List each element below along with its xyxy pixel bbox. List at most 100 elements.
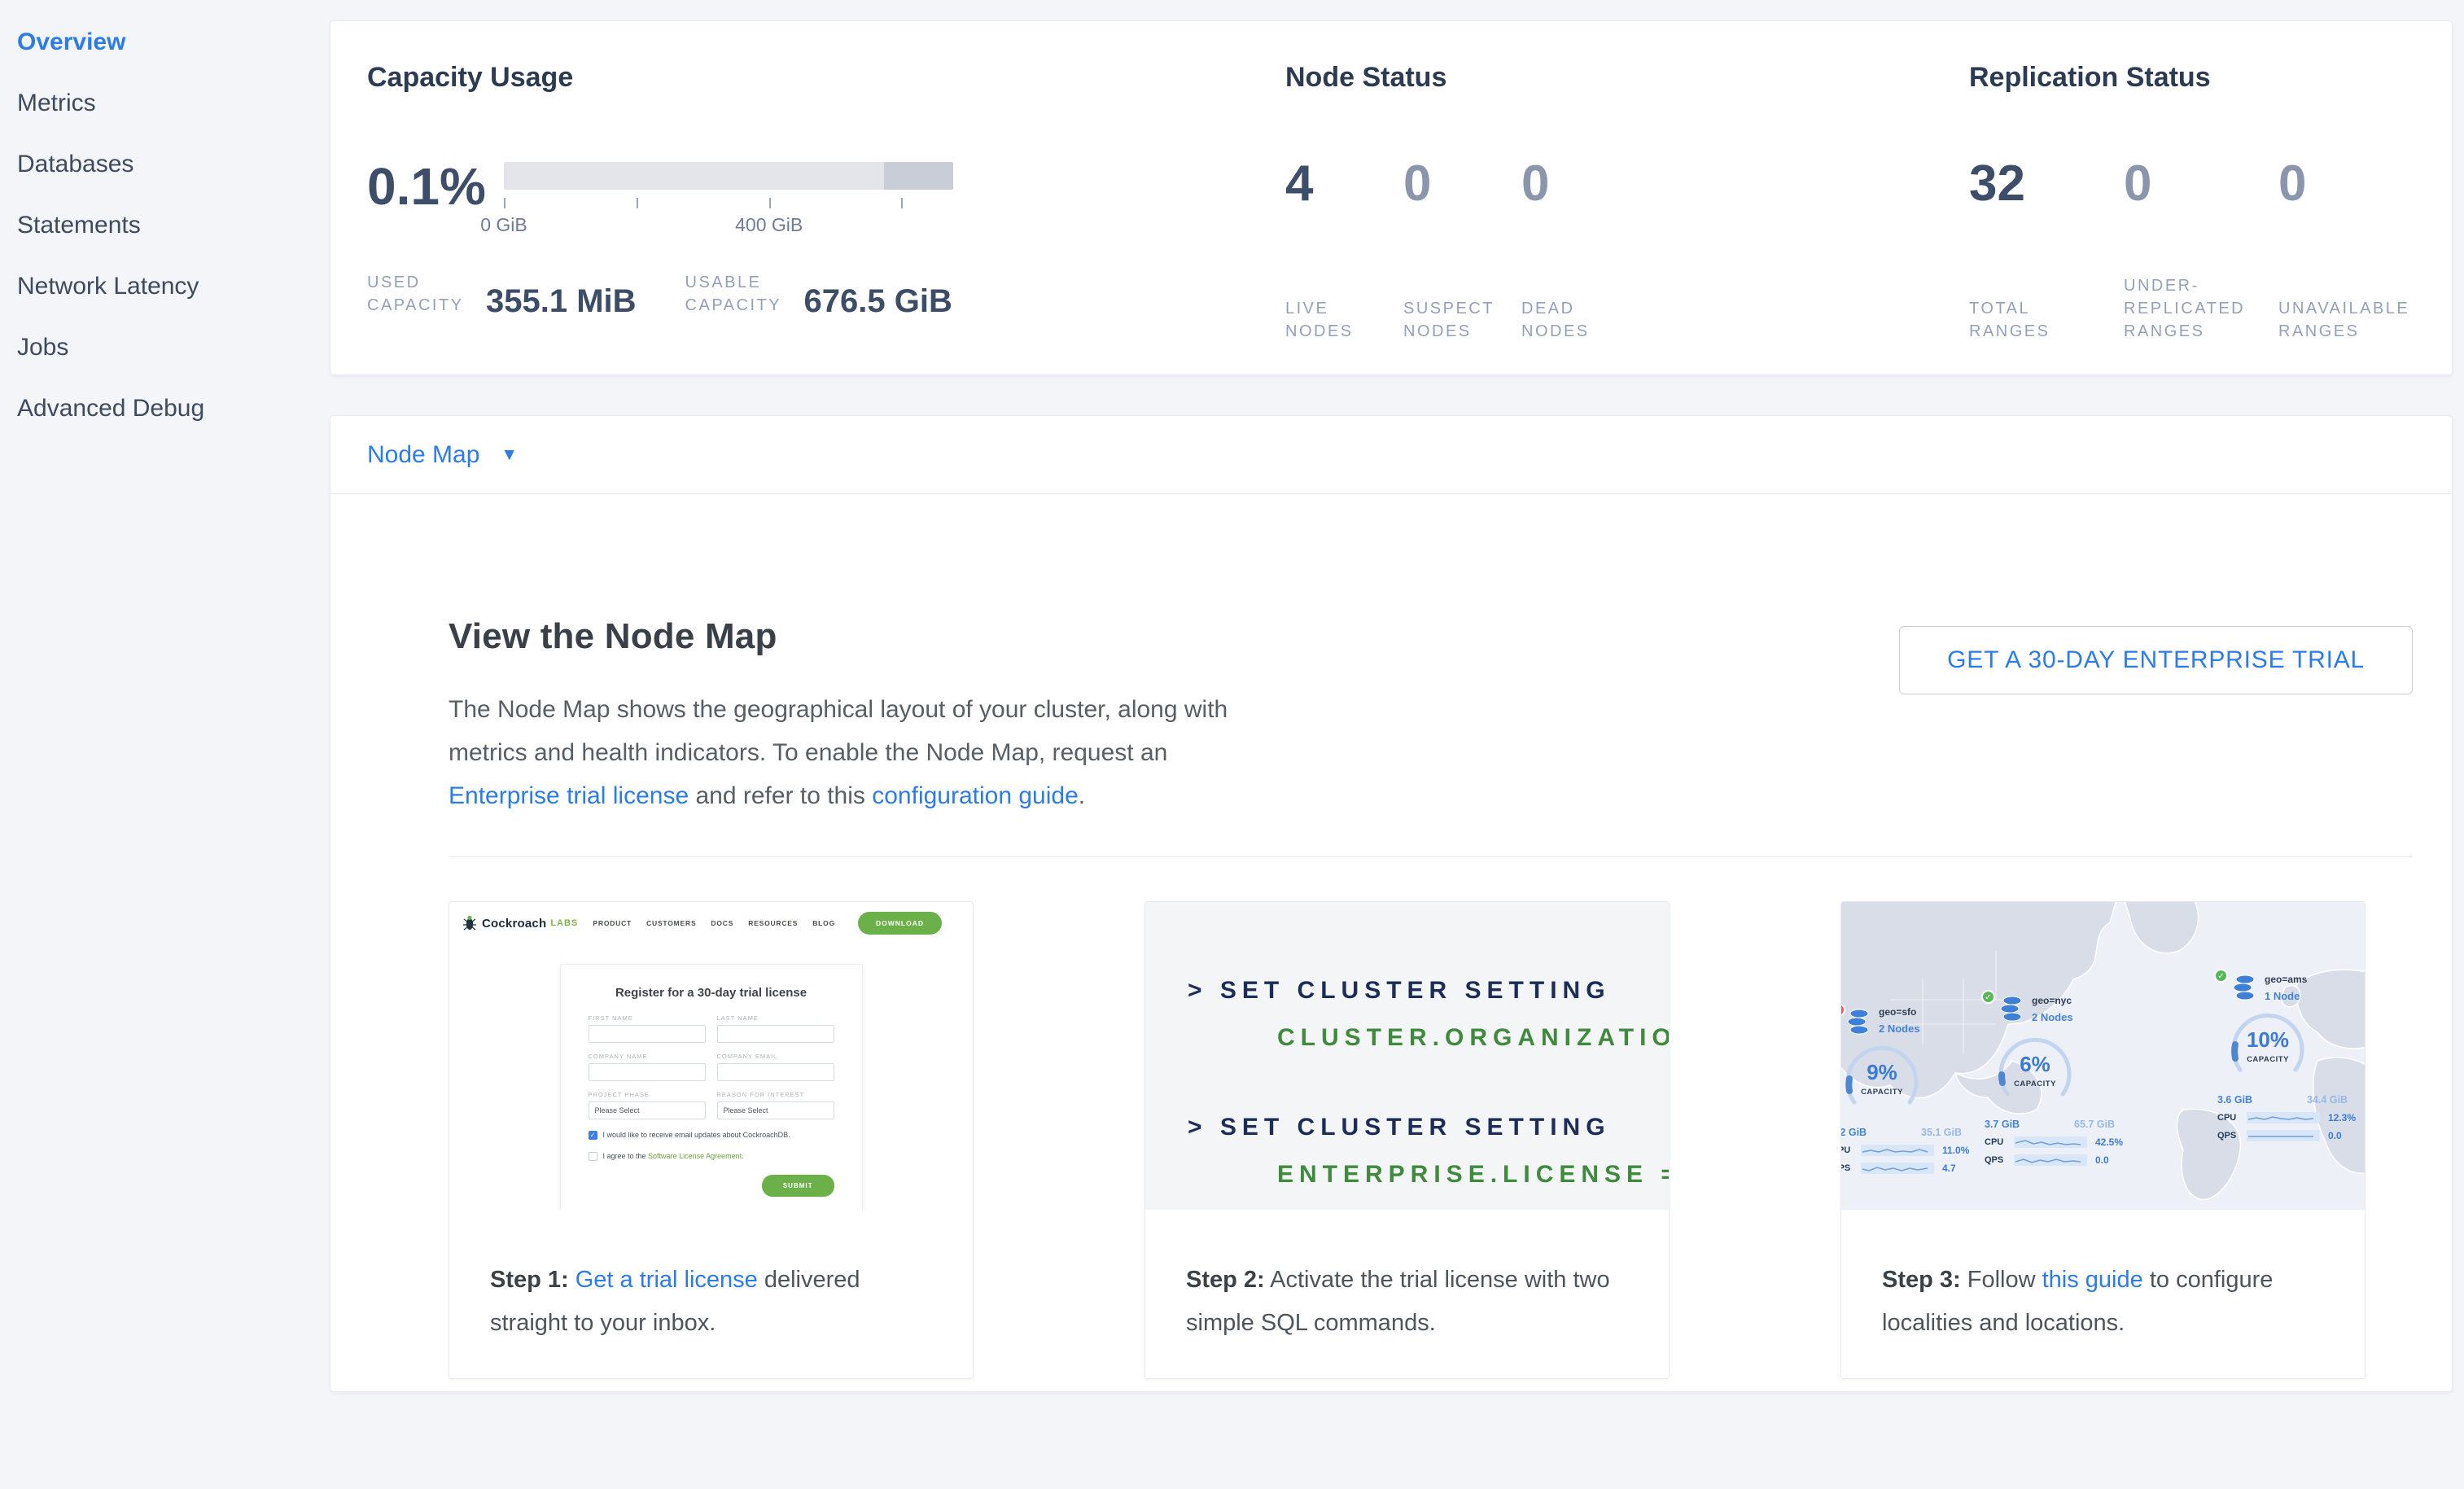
mini-nav-customers: CUSTOMERS: [646, 919, 696, 927]
capacity-percent-value: 0.1%: [367, 160, 504, 212]
node-map-description: The Node Map shows the geographical layo…: [449, 688, 1234, 817]
under-replicated-ranges-value: 0: [2124, 157, 2278, 211]
chevron-down-icon: ▼: [501, 445, 518, 465]
sidebar-item-network-latency[interactable]: Network Latency: [17, 256, 323, 317]
sfo-qps-value: 4.7: [1942, 1163, 1956, 1174]
capacity-tick-label-400: 400 GiB: [735, 214, 803, 236]
mini-download-button: DOWNLOAD: [858, 912, 942, 935]
step2-caption: Step 2: Activate the trial license with …: [1145, 1210, 1669, 1345]
ams-used: 3.6 GiB: [2217, 1094, 2252, 1106]
steps-row: Cockroach LABS PRODUCT CUSTOMERS DOCS RE…: [449, 901, 2413, 1379]
cockroach-labs-logo-icon: [462, 915, 477, 931]
mini-submit-button: SUBMIT: [762, 1175, 834, 1197]
sfo-capacity-pct: 9%: [1841, 1060, 1923, 1085]
capacity-tick-600: [901, 198, 903, 208]
sidebar-item-jobs[interactable]: Jobs: [17, 317, 323, 378]
trial-license-form: Register for a 30-day trial license FIRS…: [560, 964, 863, 1210]
ams-qps-sparkline: [2247, 1130, 2320, 1141]
step3-node-map-preview: geo=sfo 2 Nodes 9% CAPACITY 3.2 GiB: [1841, 902, 2365, 1210]
last-name-label: LAST NAME: [717, 1014, 834, 1022]
description-text: .: [1079, 782, 1085, 809]
mini-form-title: Register for a 30-day trial license: [589, 986, 834, 1000]
nyc-qps-label: QPS: [1985, 1155, 2014, 1165]
sfo-cpu-label: CPU: [1841, 1145, 1861, 1155]
dead-nodes-label: DEAD NODES: [1521, 297, 1603, 343]
replication-status-section: Replication Status 32 0 0 TOTAL RANGES U…: [1969, 62, 2433, 343]
under-replicated-ranges-label: UNDER-REPLICATED RANGES: [2124, 274, 2262, 343]
get-trial-license-link[interactable]: Get a trial license: [576, 1267, 758, 1293]
sfo-cpu-sparkline: [1861, 1145, 1934, 1156]
description-text: The Node Map shows the geographical layo…: [449, 696, 1228, 766]
used-capacity-value: 355.1 MiB: [486, 286, 637, 317]
step3-caption: Step 3: Follow this guide to configure l…: [1841, 1210, 2365, 1345]
company-name-label: COMPANY NAME: [589, 1053, 706, 1060]
node-status-title: Node Status: [1285, 62, 1639, 94]
ams-capacity-pct: 10%: [2227, 1027, 2309, 1053]
node-status-section: Node Status 4 0 0 LIVE NODES SUSPECT NOD…: [1285, 62, 1639, 343]
sfo-name: geo=sfo: [1879, 1006, 1916, 1018]
ams-cpu-sparkline: [2247, 1112, 2320, 1123]
node-map-content: View the Node Map The Node Map shows the…: [330, 494, 2452, 1391]
nyc-cpu-label: CPU: [1985, 1137, 2014, 1147]
nyc-capacity-pct: 6%: [1994, 1052, 2076, 1077]
agreement-pre-text: I agree to the: [603, 1152, 649, 1160]
first-name-field: [589, 1025, 706, 1043]
sidebar-item-overview[interactable]: Overview: [17, 11, 323, 72]
sidebar: Overview Metrics Databases Statements Ne…: [0, 0, 323, 1489]
ams-name: geo=ams: [2265, 974, 2307, 985]
enterprise-trial-license-link[interactable]: Enterprise trial license: [449, 782, 689, 809]
nyc-qps-value: 0.0: [2095, 1154, 2109, 1166]
step2-card: > SET CLUSTER SETTING CLUSTER.ORGANIZATI…: [1144, 901, 1670, 1379]
software-license-agreement-link: Software License Agreement.: [648, 1152, 744, 1160]
step1-card: Cockroach LABS PRODUCT CUSTOMERS DOCS RE…: [449, 901, 974, 1379]
ams-node-count: 1 Node: [2265, 990, 2300, 1002]
configuration-guide-link[interactable]: configuration guide: [872, 782, 1079, 809]
sfo-used: 3.2 GiB: [1841, 1127, 1867, 1138]
suspect-nodes-value: 0: [1403, 157, 1521, 211]
page-title: View the Node Map: [449, 616, 1263, 657]
suspect-nodes-label: SUSPECT NODES: [1403, 297, 1501, 343]
sfo-qps-label: QPS: [1841, 1163, 1861, 1173]
email-updates-text: I would like to receive email updates ab…: [603, 1130, 790, 1141]
nyc-used: 3.7 GiB: [1985, 1119, 2020, 1130]
mini-nav-resources: RESOURCES: [748, 919, 798, 927]
ams-cpu-value: 12.3%: [2328, 1112, 2356, 1123]
first-name-label: FIRST NAME: [589, 1014, 706, 1022]
capacity-tick-label-0: 0 GiB: [480, 214, 527, 236]
step2-label: Step 2:: [1186, 1267, 1265, 1293]
sql-line-4: ENTERPRISE.LICENSE =: [1277, 1161, 1669, 1189]
cluster-summary-panel: Capacity Usage 0.1% 0 GiB 400 GiB USED C…: [330, 20, 2453, 375]
step2-sql-snippet: > SET CLUSTER SETTING CLUSTER.ORGANIZATI…: [1145, 902, 1669, 1210]
step3-label: Step 3:: [1882, 1267, 1961, 1293]
this-guide-link[interactable]: this guide: [2042, 1267, 2143, 1293]
mini-nav-docs: DOCS: [711, 919, 733, 927]
nyc-capacity-label: CAPACITY: [1994, 1080, 2076, 1088]
sidebar-item-statements[interactable]: Statements: [17, 195, 323, 256]
step3-card: geo=sfo 2 Nodes 9% CAPACITY 3.2 GiB: [1840, 901, 2366, 1379]
nyc-status-icon: ✓: [1981, 990, 1995, 1004]
mini-site-nav: PRODUCT CUSTOMERS DOCS RESOURCES BLOG DO…: [593, 912, 942, 935]
license-agreement-text: I agree to the Software License Agreemen…: [603, 1151, 744, 1162]
nyc-qps-sparkline: [2014, 1154, 2087, 1166]
sfo-total: 35.1 GiB: [1921, 1127, 1962, 1138]
sql-line-3: > SET CLUSTER SETTING: [1188, 1114, 1669, 1141]
sfo-cpu-value: 11.0%: [1942, 1145, 1969, 1156]
reason-for-interest-select: Please Select: [717, 1101, 834, 1119]
company-email-label: COMPANY EMAIL: [717, 1053, 834, 1060]
sql-line-1: > SET CLUSTER SETTING: [1188, 977, 1669, 1005]
sidebar-item-advanced-debug[interactable]: Advanced Debug: [17, 378, 323, 439]
capacity-tick-400: [769, 198, 771, 208]
section-divider: [449, 856, 2413, 857]
ams-capacity-label: CAPACITY: [2227, 1055, 2309, 1064]
get-enterprise-trial-button[interactable]: GET A 30-DAY ENTERPRISE TRIAL: [1899, 626, 2413, 694]
company-name-field: [589, 1063, 706, 1081]
view-selector-dropdown[interactable]: Node Map ▼: [330, 416, 2452, 494]
brand-name: Cockroach: [482, 917, 546, 931]
usable-capacity-label: USABLE CAPACITY: [685, 271, 790, 317]
sidebar-item-databases[interactable]: Databases: [17, 134, 323, 195]
sidebar-item-metrics[interactable]: Metrics: [17, 72, 323, 134]
description-text: and refer to this: [689, 782, 872, 809]
brand-suffix: LABS: [550, 918, 578, 928]
unavailable-ranges-value: 0: [2278, 157, 2433, 211]
sql-line-2: CLUSTER.ORGANIZATION =: [1277, 1024, 1669, 1052]
